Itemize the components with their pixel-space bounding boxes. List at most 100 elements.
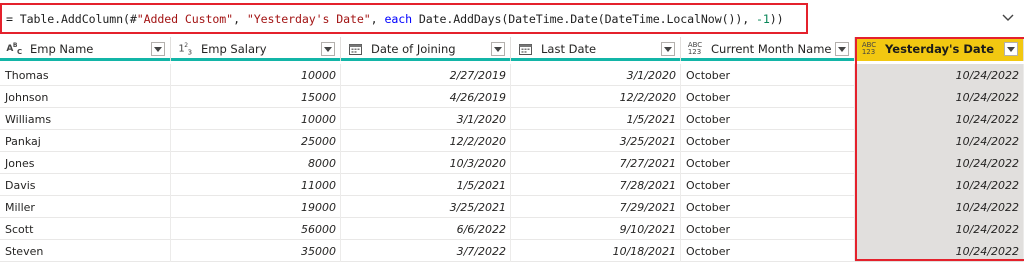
table-cell[interactable]: October xyxy=(681,152,855,174)
table-cell[interactable]: 1/5/2021 xyxy=(511,108,681,130)
table-row[interactable]: Jones 8000 10/3/2020 7/27/2021 October 10/24/… xyxy=(0,152,1024,174)
table-cell[interactable]: Davis xyxy=(0,174,171,196)
column-header-label: Last Date xyxy=(541,42,597,56)
table-cell[interactable]: 35000 xyxy=(171,240,341,262)
table-cell[interactable]: 4/26/2019 xyxy=(341,86,511,108)
formula-arg2: "Yesterday's Date" xyxy=(246,11,371,26)
table-cell[interactable]: 10/24/2022 xyxy=(855,174,1024,196)
table-cell[interactable]: 10/24/2022 xyxy=(855,218,1024,240)
formula-close: )) xyxy=(769,11,784,26)
filter-dropdown-icon[interactable] xyxy=(491,42,505,56)
calendar-icon[interactable] xyxy=(345,43,365,55)
table-cell[interactable]: 12/2/2020 xyxy=(511,86,681,108)
type-abc123-icon[interactable]: ABC 123 xyxy=(859,42,879,56)
formula-text: = Table.AddColumn(#"Added Custom", "Yest… xyxy=(6,12,784,26)
filter-dropdown-icon[interactable] xyxy=(835,42,849,56)
table-cell[interactable]: 10/18/2021 xyxy=(511,240,681,262)
column-header-emp-name[interactable]: ABC Emp Name xyxy=(0,37,171,61)
table-cell[interactable]: 56000 xyxy=(171,218,341,240)
formula-input[interactable]: = Table.AddColumn(#"Added Custom", "Yest… xyxy=(0,3,808,34)
table-cell[interactable]: 10/24/2022 xyxy=(855,130,1024,152)
table-cell[interactable]: Thomas xyxy=(0,64,171,86)
formula-fn: Table.AddColumn(# xyxy=(12,11,137,26)
table-cell[interactable]: Johnson xyxy=(0,86,171,108)
table-row[interactable]: Steven 35000 3/7/2022 10/18/2021 October 10/2… xyxy=(0,240,1024,262)
table-cell[interactable]: October xyxy=(681,174,855,196)
table-cell[interactable]: 11000 xyxy=(171,174,341,196)
table-cell[interactable]: 10/24/2022 xyxy=(855,152,1024,174)
table-row[interactable]: Miller 19000 3/25/2021 7/29/2021 October 10/2… xyxy=(0,196,1024,218)
table-row[interactable]: Thomas 10000 2/27/2019 3/1/2020 October 10/24… xyxy=(0,64,1024,86)
table-cell[interactable]: 10000 xyxy=(171,108,341,130)
table-cell[interactable]: October xyxy=(681,240,855,262)
formula-keyword: each xyxy=(384,11,412,26)
type-abc123-icon[interactable]: ABC 123 xyxy=(685,42,705,56)
table-cell[interactable]: 10000 xyxy=(171,64,341,86)
table-cell[interactable]: October xyxy=(681,218,855,240)
column-header-emp-salary[interactable]: 123 Emp Salary xyxy=(171,37,341,61)
table-cell[interactable]: 3/25/2021 xyxy=(341,196,511,218)
table-cell[interactable]: 10/24/2022 xyxy=(855,108,1024,130)
table-cell[interactable]: Jones xyxy=(0,152,171,174)
table-cell[interactable]: October xyxy=(681,86,855,108)
formula-eq: = xyxy=(6,11,13,26)
table-row[interactable]: Pankaj 25000 12/2/2020 3/25/2021 October 10/2… xyxy=(0,130,1024,152)
table-row[interactable]: Williams 10000 3/1/2020 1/5/2021 October 10/2… xyxy=(0,108,1024,130)
filter-dropdown-icon[interactable] xyxy=(321,42,335,56)
column-header-date-of-joining[interactable]: Date of Joining xyxy=(341,37,511,61)
table-cell[interactable]: October xyxy=(681,108,855,130)
table-cell[interactable]: 7/28/2021 xyxy=(511,174,681,196)
table-cell[interactable]: 19000 xyxy=(171,196,341,218)
table-cell[interactable]: 6/6/2022 xyxy=(341,218,511,240)
table-cell[interactable]: 3/25/2021 xyxy=(511,130,681,152)
table-cell[interactable]: 1/5/2021 xyxy=(341,174,511,196)
table-cell[interactable]: 25000 xyxy=(171,130,341,152)
table-cell[interactable]: 10/24/2022 xyxy=(855,64,1024,86)
table-cell[interactable]: October xyxy=(681,130,855,152)
table-cell[interactable]: 10/3/2020 xyxy=(341,152,511,174)
table-cell[interactable]: October xyxy=(681,196,855,218)
header-row: ABC Emp Name 123 Emp Salary Date of Joining L… xyxy=(0,37,1024,61)
column-header-label: Emp Name xyxy=(30,42,94,56)
column-header-label: Emp Salary xyxy=(201,42,267,56)
table-cell[interactable]: Steven xyxy=(0,240,171,262)
filter-dropdown-icon[interactable] xyxy=(661,42,675,56)
table-row[interactable]: Johnson 15000 4/26/2019 12/2/2020 October 10/… xyxy=(0,86,1024,108)
filter-dropdown-icon[interactable] xyxy=(1004,42,1018,56)
table-cell[interactable]: 3/1/2020 xyxy=(341,108,511,130)
table-cell[interactable]: 3/1/2020 xyxy=(511,64,681,86)
table-row[interactable]: Davis 11000 1/5/2021 7/28/2021 October 10/24/… xyxy=(0,174,1024,196)
table-cell[interactable]: Pankaj xyxy=(0,130,171,152)
table-cell[interactable]: October xyxy=(681,64,855,86)
column-header-current-month-name[interactable]: ABC 123 Current Month Name xyxy=(681,37,855,61)
table-cell[interactable]: 2/27/2019 xyxy=(341,64,511,86)
table-cell[interactable]: 3/7/2022 xyxy=(341,240,511,262)
formula-arg1: "Added Custom" xyxy=(136,11,234,26)
table-cell[interactable]: Williams xyxy=(0,108,171,130)
formula-comma1: , xyxy=(233,11,247,26)
table-cell[interactable]: 7/29/2021 xyxy=(511,196,681,218)
column-header-yesterday-s-date[interactable]: ABC 123 Yesterday's Date xyxy=(855,37,1024,61)
table-cell[interactable]: 12/2/2020 xyxy=(341,130,511,152)
filter-dropdown-icon[interactable] xyxy=(151,42,165,56)
chevron-down-icon[interactable] xyxy=(1000,10,1016,26)
table-row[interactable]: Scott 56000 6/6/2022 9/10/2021 October 10/24/… xyxy=(0,218,1024,240)
table-cell[interactable]: 10/24/2022 xyxy=(855,240,1024,262)
formula-number: -1 xyxy=(755,11,770,26)
calendar-icon[interactable] xyxy=(515,43,535,55)
table-cell[interactable]: Scott xyxy=(0,218,171,240)
type-abc-icon[interactable]: ABC xyxy=(4,42,24,56)
formula-comma2: , xyxy=(370,11,385,26)
table-cell[interactable]: 15000 xyxy=(171,86,341,108)
table-cell[interactable]: 9/10/2021 xyxy=(511,218,681,240)
table-cell[interactable]: 8000 xyxy=(171,152,341,174)
table-cell[interactable]: 10/24/2022 xyxy=(855,196,1024,218)
table-cell[interactable]: 10/24/2022 xyxy=(855,86,1024,108)
data-grid: ABC Emp Name 123 Emp Salary Date of Joining L… xyxy=(0,37,1024,262)
table-cell[interactable]: Miller xyxy=(0,196,171,218)
table-cell[interactable]: 7/27/2021 xyxy=(511,152,681,174)
column-header-label: Date of Joining xyxy=(371,42,456,56)
column-header-label: Current Month Name xyxy=(711,42,832,56)
type-123-icon[interactable]: 123 xyxy=(175,42,195,56)
column-header-last-date[interactable]: Last Date xyxy=(511,37,681,61)
